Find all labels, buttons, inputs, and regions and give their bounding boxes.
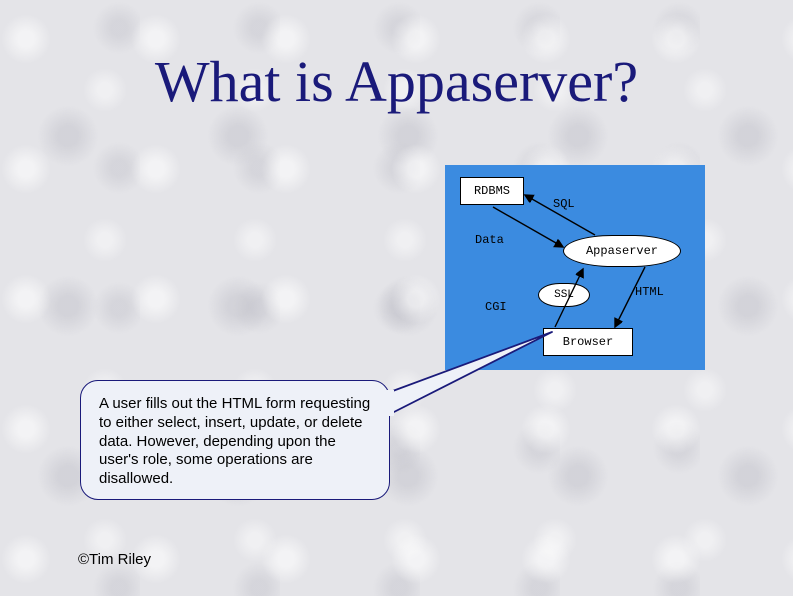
slide-title: What is Appaserver? <box>0 48 793 115</box>
copyright-text: ©Tim Riley <box>78 551 151 568</box>
callout-body: A user fills out the HTML form requestin… <box>80 380 390 500</box>
callout-pointer <box>382 332 572 422</box>
